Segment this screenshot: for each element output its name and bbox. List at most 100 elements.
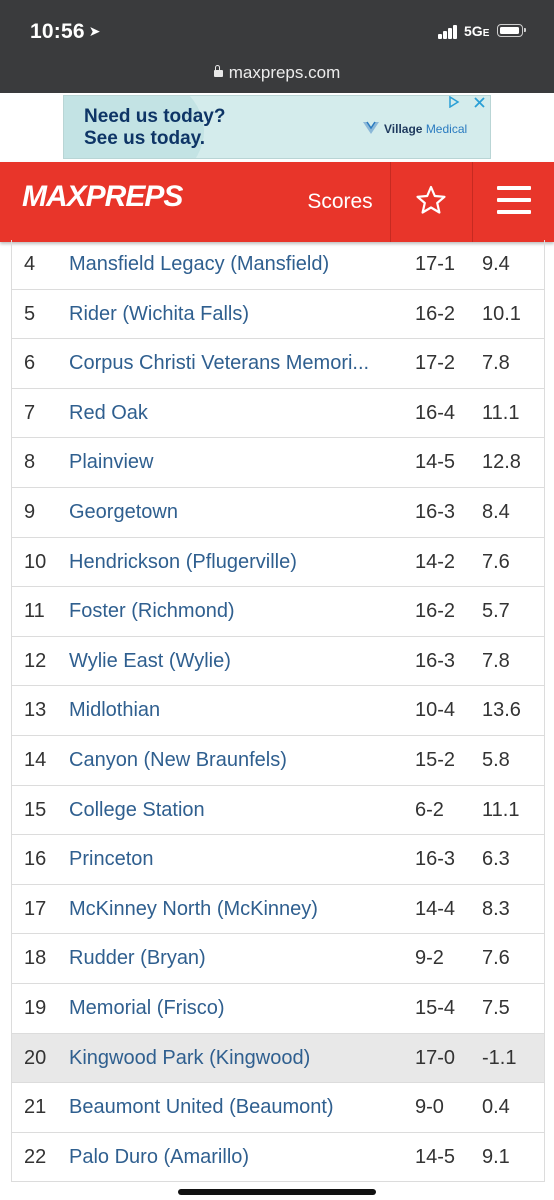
- table-row[interactable]: 8 Plainview 14-5 12.8: [12, 438, 544, 488]
- star-icon: [416, 185, 446, 214]
- ad-brand-name: Village: [384, 122, 423, 136]
- hamburger-icon: [497, 210, 531, 214]
- record-cell: 15-2: [415, 748, 456, 771]
- table-row[interactable]: 12 Wylie East (Wylie) 16-3 7.8: [12, 637, 544, 687]
- school-link[interactable]: Mansfield Legacy (Mansfield): [69, 253, 399, 276]
- ad-brand: Village Medical: [384, 122, 467, 136]
- village-medical-logo-icon: [363, 121, 379, 134]
- rank-cell: 11: [24, 600, 45, 623]
- record-cell: 9-0: [415, 1096, 444, 1119]
- rank-cell: 7: [24, 401, 36, 424]
- record-cell: 6-2: [415, 798, 444, 821]
- signal-strength-icon: [438, 25, 458, 39]
- table-row[interactable]: 9 Georgetown 16-3 8.4: [12, 488, 544, 538]
- school-link[interactable]: Kingwood Park (Kingwood): [69, 1047, 399, 1070]
- rank-cell: 9: [24, 500, 36, 523]
- school-link[interactable]: Canyon (New Braunfels): [69, 749, 399, 772]
- table-row[interactable]: 19 Memorial (Frisco) 15-4 7.5: [12, 984, 544, 1034]
- rating-cell: 13.6: [482, 699, 521, 722]
- rank-cell: 17: [24, 897, 47, 920]
- table-row[interactable]: 10 Hendrickson (Pflugerville) 14-2 7.6: [12, 538, 544, 588]
- ad-banner[interactable]: Need us today? See us today. Village Med…: [63, 95, 491, 159]
- network-label: 5G: [464, 23, 483, 39]
- school-link[interactable]: Princeton: [69, 848, 399, 871]
- ad-container: Need us today? See us today. Village Med…: [0, 93, 554, 162]
- record-cell: 17-1: [415, 253, 456, 275]
- rank-cell: 21: [24, 1096, 47, 1119]
- school-link[interactable]: Corpus Christi Veterans Memori...: [69, 352, 399, 375]
- ad-headline-line1: Need us today?: [84, 106, 226, 127]
- home-indicator: [178, 1189, 376, 1195]
- rank-cell: 14: [24, 748, 47, 771]
- table-row[interactable]: 22 Palo Duro (Amarillo) 14-5 9.1: [12, 1133, 544, 1183]
- school-link[interactable]: Foster (Richmond): [69, 600, 399, 623]
- school-link[interactable]: Plainview: [69, 451, 399, 474]
- record-cell: 16-3: [415, 848, 456, 871]
- menu-button[interactable]: [473, 162, 554, 242]
- scores-link[interactable]: Scores: [290, 162, 390, 242]
- rating-cell: -1.1: [482, 1046, 517, 1069]
- url-text: maxpreps.com: [228, 63, 341, 82]
- table-row[interactable]: 16 Princeton 16-3 6.3: [12, 835, 544, 885]
- table-row[interactable]: 17 McKinney North (McKinney) 14-4 8.3: [12, 885, 544, 935]
- network-type: 5GE: [464, 23, 489, 39]
- rating-cell: 9.1: [482, 1145, 510, 1168]
- school-link[interactable]: McKinney North (McKinney): [69, 898, 399, 921]
- rating-cell: 0.4: [482, 1096, 510, 1119]
- table-row[interactable]: 7 Red Oak 16-4 11.1: [12, 389, 544, 439]
- school-link[interactable]: College Station: [69, 799, 399, 822]
- hamburger-icon: [497, 198, 531, 202]
- ad-choices-icon[interactable]: [448, 96, 460, 108]
- table-row[interactable]: 5 Rider (Wichita Falls) 16-2 10.1: [12, 290, 544, 340]
- favorite-button[interactable]: [391, 162, 472, 242]
- rank-cell: 13: [24, 699, 47, 722]
- table-row[interactable]: 20 Kingwood Park (Kingwood) 17-0 -1.1: [12, 1033, 544, 1084]
- school-link[interactable]: Memorial (Frisco): [69, 997, 399, 1020]
- school-link[interactable]: Hendrickson (Pflugerville): [69, 551, 399, 574]
- rating-cell: 5.8: [482, 748, 510, 771]
- table-row[interactable]: 21 Beaumont United (Beaumont) 9-0 0.4: [12, 1083, 544, 1133]
- address-bar[interactable]: maxpreps.com: [0, 63, 554, 83]
- rank-cell: 15: [24, 798, 47, 821]
- table-row[interactable]: 14 Canyon (New Braunfels) 15-2 5.8: [12, 736, 544, 786]
- record-cell: 14-5: [415, 451, 456, 474]
- rankings-table: 4 Mansfield Legacy (Mansfield) 17-1 9.4 5 Rid…: [11, 240, 545, 1183]
- school-link[interactable]: Wylie East (Wylie): [69, 650, 399, 673]
- record-cell: 16-3: [415, 649, 456, 672]
- ad-close-icon[interactable]: [474, 97, 485, 108]
- table-row[interactable]: 18 Rudder (Bryan) 9-2 7.6: [12, 934, 544, 984]
- school-link[interactable]: Red Oak: [69, 402, 399, 425]
- maxpreps-logo[interactable]: MAXPREPS: [22, 180, 183, 214]
- table-row[interactable]: 15 College Station 6-2 11.1: [12, 786, 544, 836]
- rating-cell: 9.4: [482, 253, 510, 275]
- record-cell: 9-2: [415, 947, 444, 970]
- time-text: 10:56: [30, 20, 85, 43]
- school-link[interactable]: Georgetown: [69, 501, 399, 524]
- record-cell: 14-4: [415, 897, 456, 920]
- table-row[interactable]: 13 Midlothian 10-4 13.6: [12, 686, 544, 736]
- school-link[interactable]: Midlothian: [69, 699, 399, 722]
- school-link[interactable]: Rudder (Bryan): [69, 947, 399, 970]
- record-cell: 17-2: [415, 352, 456, 375]
- rank-cell: 22: [24, 1145, 47, 1168]
- rank-cell: 12: [24, 649, 47, 672]
- rank-cell: 5: [24, 302, 36, 325]
- rating-cell: 5.7: [482, 600, 510, 623]
- rating-cell: 8.3: [482, 897, 510, 920]
- rating-cell: 7.5: [482, 996, 510, 1019]
- table-row[interactable]: 6 Corpus Christi Veterans Memori... 17-2 7.…: [12, 339, 544, 389]
- school-link[interactable]: Palo Duro (Amarillo): [69, 1146, 399, 1169]
- record-cell: 15-4: [415, 996, 456, 1019]
- table-row[interactable]: 4 Mansfield Legacy (Mansfield) 17-1 9.4: [12, 240, 544, 290]
- rating-cell: 6.3: [482, 848, 510, 871]
- table-row[interactable]: 11 Foster (Richmond) 16-2 5.7: [12, 587, 544, 637]
- rating-cell: 8.4: [482, 500, 510, 523]
- record-cell: 16-2: [415, 302, 456, 325]
- rating-cell: 7.8: [482, 649, 510, 672]
- rating-cell: 10.1: [482, 302, 521, 325]
- record-cell: 14-5: [415, 1145, 456, 1168]
- logo-text: MAXPREPS: [22, 180, 183, 213]
- school-link[interactable]: Rider (Wichita Falls): [69, 303, 399, 326]
- school-link[interactable]: Beaumont United (Beaumont): [69, 1096, 399, 1119]
- record-cell: 16-2: [415, 600, 456, 623]
